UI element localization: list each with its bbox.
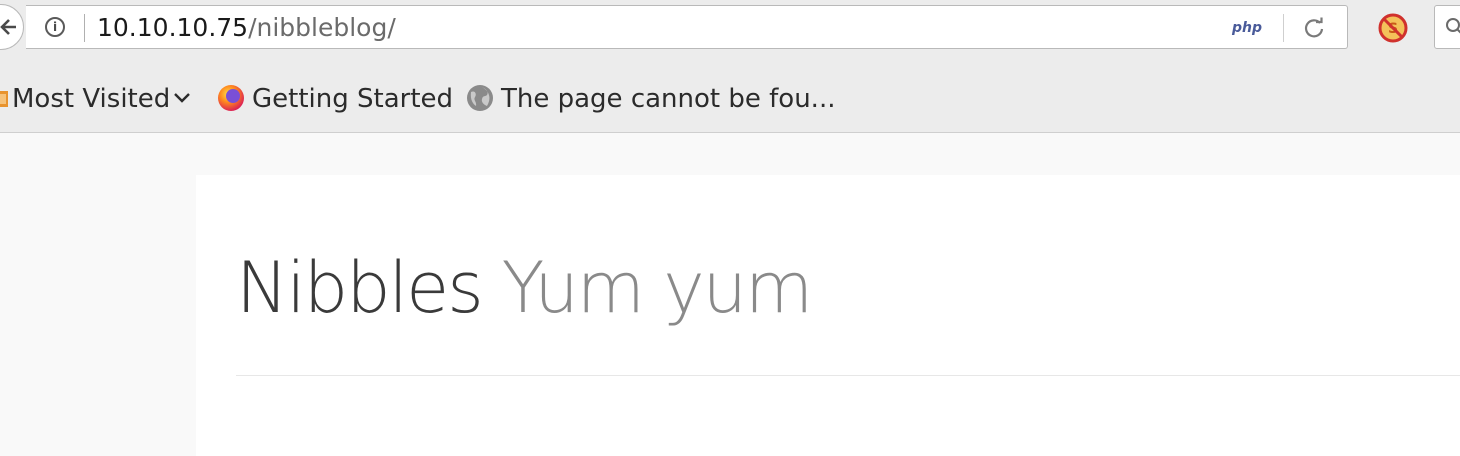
chevron-down-icon bbox=[174, 92, 191, 103]
blog-slogan: Yum yum bbox=[501, 247, 814, 329]
bookmark-most-visited[interactable]: Most Visited bbox=[0, 76, 192, 122]
noscript-icon[interactable]: S bbox=[1377, 12, 1409, 44]
back-arrow-icon bbox=[0, 19, 16, 35]
firefox-icon bbox=[218, 84, 244, 111]
bookmark-getting-started[interactable]: Getting Started bbox=[216, 76, 453, 122]
browser-chrome: i 10.10.10.75/nibbleblog/ php S bbox=[0, 0, 1460, 133]
url-separator-right bbox=[1283, 14, 1284, 42]
bookmark-label: The page cannot be fou... bbox=[501, 84, 836, 114]
url-host: 10.10.10.75 bbox=[97, 13, 249, 42]
navigation-toolbar: i 10.10.10.75/nibbleblog/ php S bbox=[0, 0, 1460, 60]
url-separator bbox=[84, 14, 85, 42]
blog-container: Nibbles Yum yum bbox=[196, 175, 1460, 456]
bookmarks-toolbar: Most Visited Getting Started The page ca… bbox=[0, 76, 1460, 122]
reload-icon[interactable] bbox=[1303, 17, 1325, 39]
globe-icon bbox=[467, 84, 493, 111]
url-text[interactable]: 10.10.10.75/nibbleblog/ bbox=[97, 12, 396, 44]
blog-name[interactable]: Nibbles bbox=[236, 247, 484, 329]
page-content: Nibbles Yum yum bbox=[0, 133, 1460, 456]
header-divider bbox=[236, 375, 1460, 376]
url-bar[interactable]: i 10.10.10.75/nibbleblog/ php bbox=[26, 5, 1348, 49]
folder-icon bbox=[0, 90, 8, 107]
site-info-icon[interactable]: i bbox=[45, 17, 65, 37]
back-button[interactable] bbox=[0, 4, 24, 50]
bookmark-label: Most Visited bbox=[12, 84, 171, 114]
blog-title: Nibbles Yum yum bbox=[236, 247, 814, 329]
search-box[interactable] bbox=[1434, 5, 1460, 49]
bookmark-label: Getting Started bbox=[252, 84, 454, 114]
search-icon bbox=[1446, 18, 1460, 34]
php-badge[interactable]: php bbox=[1232, 20, 1262, 36]
url-path: /nibbleblog/ bbox=[248, 13, 396, 42]
bookmark-page-not-found[interactable]: The page cannot be fou... bbox=[465, 76, 835, 122]
